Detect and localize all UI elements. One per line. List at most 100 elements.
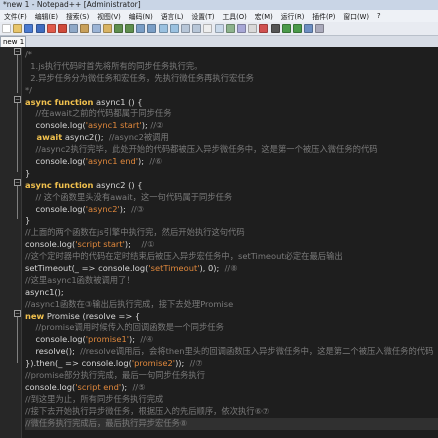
code-line[interactable]: } — [25, 215, 438, 227]
code-token: console.log( — [25, 381, 76, 392]
close-icon[interactable] — [46, 24, 56, 33]
editor[interactable]: − − − − /* 1.js执行代码时首先将所有的同步任务执行完。 2.异步任… — [0, 47, 438, 438]
close-all-icon[interactable] — [57, 24, 67, 33]
menu-search[interactable]: 搜索(S) — [62, 11, 93, 21]
comment-token: //① — [141, 239, 155, 250]
code-line[interactable]: //在await之前的代码都属于同步任务 — [25, 108, 438, 120]
comment-token: //⑥ — [149, 156, 163, 167]
code-line[interactable]: new Promise (resolve => { — [25, 311, 438, 323]
menu-macro[interactable]: 宏(M) — [251, 11, 277, 21]
save-all-icon[interactable] — [35, 24, 45, 33]
record-macro-icon[interactable] — [259, 24, 269, 33]
code-line[interactable]: /* — [25, 49, 438, 61]
comment-token: //resolve调用后，会将then里头的回调函数压入异步微任务中，这是第二个… — [80, 346, 434, 357]
undo-icon[interactable] — [113, 24, 123, 33]
new-file-icon[interactable] — [2, 24, 11, 33]
menu-view[interactable]: 视图(V) — [93, 11, 125, 21]
code-line[interactable]: 2.异步任务分为微任务和宏任务，先执行微任务再执行宏任务 — [25, 73, 438, 85]
code-line[interactable]: setTimeout(_ => console.log('setTimeout'… — [25, 263, 438, 275]
line-gutter: − − − − — [0, 47, 22, 438]
tab-bar: new 1 — [0, 36, 438, 47]
cut-icon[interactable] — [80, 24, 90, 33]
code-line[interactable]: //接下去开始执行异步微任务，根据压入的先后顺序，依次执行⑥⑦ — [25, 406, 438, 418]
menu-edit[interactable]: 编辑(E) — [31, 11, 62, 21]
code-line[interactable]: //微任务执行完成后，最后执行异步宏任务⑧ — [25, 417, 438, 430]
menu-window[interactable]: 窗口(W) — [339, 11, 373, 21]
comment-token: //到这里为止，所有同步任务执行完成 — [25, 393, 164, 404]
wrap-icon[interactable] — [192, 24, 202, 33]
code-line[interactable]: console.log('script end'); //⑤ — [25, 382, 438, 394]
doc-map-icon[interactable] — [225, 24, 235, 33]
toolbar — [0, 22, 438, 36]
code-line[interactable]: //这里async1函数被调用了！ — [25, 275, 438, 287]
code-token: console.log( — [25, 203, 86, 214]
code-line[interactable]: //promise调用时候传入的回调函数是一个同步任务 — [25, 322, 438, 334]
code-line[interactable]: console.log('async1 start'); //② — [25, 120, 438, 132]
code-token: ); — [121, 381, 133, 392]
folder-workspace-icon[interactable] — [248, 24, 258, 33]
print-icon[interactable] — [69, 24, 79, 33]
show-all-chars-icon[interactable] — [203, 24, 213, 33]
code-line[interactable]: //到这里为止，所有同步任务执行完成 — [25, 394, 438, 406]
code-line[interactable]: console.log('promise1'); //④ — [25, 334, 438, 346]
code-line[interactable]: */ — [25, 85, 438, 97]
menu-help[interactable]: ? — [373, 12, 385, 20]
fold-collapse-icon[interactable]: − — [14, 48, 21, 55]
code-line[interactable]: console.log('async1 end'); //⑥ — [25, 156, 438, 168]
code-line[interactable]: console.log('async2'); //③ — [25, 204, 438, 216]
code-line[interactable]: //promise部分执行完成，最后一句同步任务执行 — [25, 370, 438, 382]
keyword-token: new — [25, 310, 45, 321]
fold-collapse-icon[interactable]: − — [14, 96, 21, 103]
abc-icon[interactable] — [315, 24, 325, 33]
redo-icon[interactable] — [125, 24, 135, 33]
tab-new-1[interactable]: new 1 — [0, 36, 26, 47]
paste-icon[interactable] — [102, 24, 112, 33]
code-token: } — [25, 215, 31, 226]
stop-macro-icon[interactable] — [270, 24, 280, 33]
code-token: async2(); — [62, 132, 109, 143]
save-macro-icon[interactable] — [304, 24, 314, 33]
code-line[interactable]: //这个定时器中的代码在定时结束后被压入异步宏任务中，setTimeout必定在… — [25, 251, 438, 263]
find-icon[interactable] — [136, 24, 146, 33]
comment-token: //async2被调用 — [108, 132, 169, 143]
menu-file[interactable]: 文件(F) — [0, 11, 31, 21]
copy-icon[interactable] — [91, 24, 101, 33]
open-file-icon[interactable] — [13, 24, 23, 33]
code-token: setTimeout(_ => console.log( — [25, 263, 149, 274]
play-macro-icon[interactable] — [281, 24, 291, 33]
code-line[interactable]: async function async2 () { — [25, 180, 438, 192]
code-line[interactable]: resolve(); //resolve调用后，会将then里头的回调函数压入异… — [25, 346, 438, 358]
code-line[interactable]: // 这个函数里头没有await，这一句代码属于同步任务 — [25, 192, 438, 204]
fold-collapse-icon[interactable]: − — [14, 310, 21, 317]
replace-icon[interactable] — [147, 24, 157, 33]
menu-plugins[interactable]: 插件(P) — [308, 11, 339, 21]
keyword-token: await — [25, 132, 63, 143]
menu-tools[interactable]: 工具(O) — [219, 11, 251, 21]
code-token: console.log( — [25, 156, 86, 167]
menu-settings[interactable]: 设置(T) — [187, 11, 218, 21]
code-token: resolve(); — [25, 346, 81, 357]
menu-run[interactable]: 运行(R) — [277, 11, 309, 21]
code-line[interactable]: console.log('script start'); //① — [25, 239, 438, 251]
menu-language[interactable]: 语言(L) — [157, 11, 188, 21]
zoom-out-icon[interactable] — [169, 24, 179, 33]
code-line[interactable]: await async2(); //async2被调用 — [25, 132, 438, 144]
sync-scroll-icon[interactable] — [181, 24, 190, 33]
code-line[interactable]: //async1函数在③输出后执行完成，接下去处理Promise — [25, 299, 438, 311]
run-macro-multiple-icon[interactable] — [292, 24, 302, 33]
indent-guide-icon[interactable] — [214, 24, 224, 33]
code-line[interactable]: } — [25, 168, 438, 180]
menu-encoding[interactable]: 编码(N) — [125, 11, 157, 21]
comment-token: //③ — [131, 203, 145, 214]
code-line[interactable]: }).then(_ => console.log('promise2')); /… — [25, 358, 438, 370]
function-list-icon[interactable] — [236, 24, 246, 33]
code-area[interactable]: /* 1.js执行代码时首先将所有的同步任务执行完。 2.异步任务分为微任务和宏… — [25, 49, 438, 430]
save-icon[interactable] — [24, 24, 34, 33]
code-line[interactable]: async1(); — [25, 287, 438, 299]
zoom-in-icon[interactable] — [158, 24, 168, 33]
code-line[interactable]: //上面的两个函数在js引擎中执行完，然后开始执行这句代码 — [25, 227, 438, 239]
code-line[interactable]: async function async1 () { — [25, 97, 438, 109]
code-line[interactable]: 1.js执行代码时首先将所有的同步任务执行完。 — [25, 61, 438, 73]
fold-collapse-icon[interactable]: − — [14, 179, 21, 186]
code-line[interactable]: //async2执行完毕，此处开始的代码都被压入异步微任务中，这是第一个被压入微… — [25, 144, 438, 156]
